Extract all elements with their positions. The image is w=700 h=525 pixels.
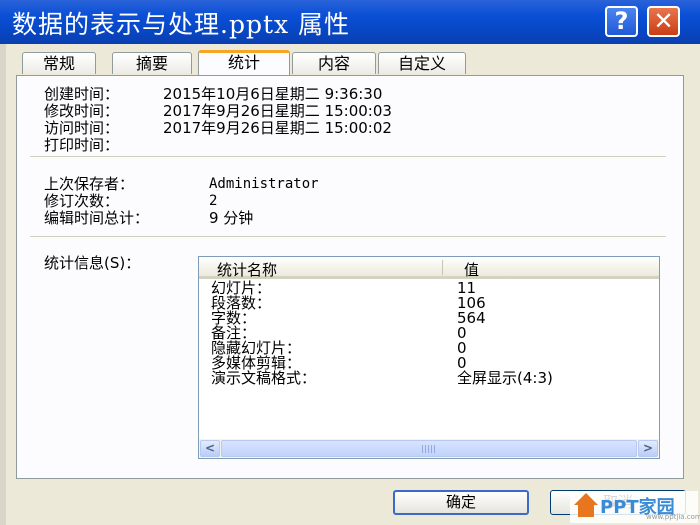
- properties-dialog: 数据的表示与处理.pptx 属性 ? ✕ 常规 摘要 统计 内容 自定义 创建时…: [0, 0, 700, 525]
- created-label: 创建时间：: [44, 85, 120, 103]
- title-bar[interactable]: 数据的表示与处理.pptx 属性 ? ✕: [0, 0, 700, 44]
- revision-label: 修订次数：: [44, 192, 120, 210]
- house-base-icon: [578, 505, 594, 517]
- column-divider[interactable]: [442, 260, 443, 275]
- list-item-name[interactable]: 演示文稿格式：: [211, 371, 316, 386]
- watermark-url: www.pptjia.com: [646, 513, 700, 521]
- tab-summary[interactable]: 摘要: [112, 52, 192, 74]
- close-button[interactable]: ✕: [647, 6, 680, 37]
- column-header-value[interactable]: 值: [464, 259, 479, 280]
- column-header-name[interactable]: 统计名称: [217, 259, 277, 280]
- scroll-right-button[interactable]: >: [638, 440, 658, 457]
- tab-general[interactable]: 常规: [22, 52, 96, 74]
- modified-label: 修改时间：: [44, 102, 120, 120]
- tab-custom[interactable]: 自定义: [378, 52, 466, 74]
- separator: [30, 156, 666, 158]
- scrollbar-thumb[interactable]: [221, 440, 637, 457]
- background-edge: [0, 44, 6, 525]
- statistics-list[interactable]: 统计名称 值 幻灯片： 11 段落数： 106 字数： 564 备注： 0 隐藏…: [198, 256, 660, 459]
- statistics-label: 统计信息(S)：: [44, 254, 141, 272]
- horizontal-scrollbar[interactable]: < >: [199, 439, 659, 458]
- printed-label: 打印时间：: [44, 136, 120, 154]
- tab-contents[interactable]: 内容: [292, 52, 376, 74]
- scroll-left-button[interactable]: <: [200, 440, 220, 457]
- created-value: 2015年10月6日星期二 9:36:30: [163, 85, 383, 103]
- list-header: 统计名称 值: [199, 257, 659, 279]
- revision-value: 2: [209, 193, 218, 209]
- help-button[interactable]: ?: [605, 6, 638, 37]
- separator: [30, 236, 666, 238]
- accessed-value: 2017年9月26日星期二 15:00:02: [163, 119, 392, 137]
- ok-button[interactable]: 确定: [393, 490, 529, 515]
- last-saved-by-value: Administrator: [209, 176, 319, 192]
- house-icon: [574, 493, 598, 505]
- grip-icon: [422, 445, 436, 453]
- tab-strip: 常规 摘要 统计 内容 自定义: [0, 50, 700, 77]
- edit-time-label: 编辑时间总计：: [44, 209, 150, 227]
- accessed-label: 访问时间：: [44, 119, 120, 137]
- watermark-logo: PPT家园 www.pptjia.com: [570, 491, 700, 523]
- window-title: 数据的表示与处理.pptx 属性: [12, 10, 351, 39]
- list-item-value[interactable]: 全屏显示(4:3): [457, 371, 553, 386]
- last-saved-by-label: 上次保存者：: [44, 175, 135, 193]
- modified-value: 2017年9月26日星期二 15:00:03: [163, 102, 392, 120]
- tab-statistics[interactable]: 统计: [198, 50, 290, 77]
- edit-time-value: 9 分钟: [209, 209, 254, 227]
